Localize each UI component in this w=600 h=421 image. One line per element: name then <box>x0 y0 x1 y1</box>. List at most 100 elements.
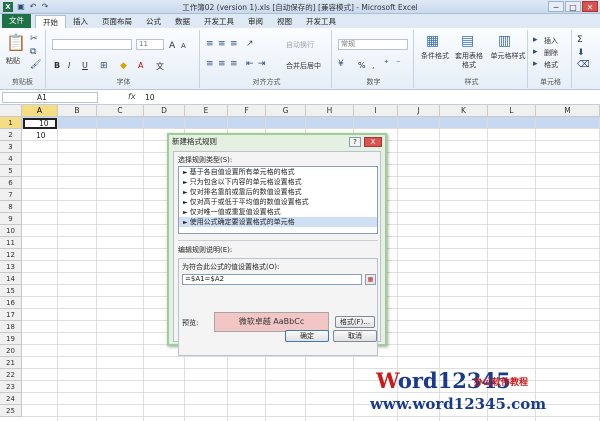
cell-a1[interactable]: 10 <box>23 118 57 129</box>
row-header-20[interactable]: 20 <box>0 345 22 357</box>
tab-file[interactable]: 文件 <box>2 14 31 28</box>
row-header-19[interactable]: 19 <box>0 333 22 345</box>
row-header-10[interactable]: 10 <box>0 225 22 237</box>
currency-icon[interactable]: ¥ <box>338 59 344 69</box>
format-cells-icon[interactable]: ▸ <box>533 59 538 69</box>
fill-color-icon[interactable]: ◆ <box>120 61 127 71</box>
row-header-22[interactable]: 22 <box>0 369 22 381</box>
tab-data[interactable]: 数据 <box>168 15 197 28</box>
column-header-b[interactable]: B <box>58 105 97 117</box>
row-header-17[interactable]: 17 <box>0 309 22 321</box>
row-header-14[interactable]: 14 <box>0 273 22 285</box>
row-header-3[interactable]: 3 <box>0 141 22 153</box>
rule-type-item[interactable]: ► 基于各自值设置所有单元格的格式 <box>179 167 377 177</box>
column-header-d[interactable]: D <box>144 105 185 117</box>
insert-cells-icon[interactable]: ▸ <box>533 35 538 45</box>
decrease-decimal-icon[interactable]: ⁻ <box>396 59 401 69</box>
row-header-8[interactable]: 8 <box>0 201 22 213</box>
column-header-c[interactable]: C <box>97 105 144 117</box>
increase-decimal-icon[interactable]: ⁺ <box>384 59 389 69</box>
rule-type-item[interactable]: ► 仅对排名靠前或靠后的数值设置格式 <box>179 187 377 197</box>
row-header-2[interactable]: 2 <box>0 129 22 141</box>
font-color-button[interactable]: A <box>138 61 143 70</box>
tab-developer[interactable]: 开发工具 <box>197 15 241 28</box>
percent-button[interactable]: % <box>358 61 366 70</box>
format-as-table-button[interactable]: 套用表格格式 <box>454 52 484 70</box>
name-box[interactable]: A1 <box>2 92 98 103</box>
align-center-icon[interactable]: ≡ <box>218 59 226 69</box>
font-size-combo[interactable]: 11 <box>136 39 164 50</box>
cell-styles-icon[interactable]: ▥ <box>498 34 511 48</box>
rule-type-item[interactable]: ► 仅对唯一值或重复值设置格式 <box>179 207 377 217</box>
underline-button[interactable]: U <box>82 61 88 70</box>
row-header-7[interactable]: 7 <box>0 189 22 201</box>
column-header-i[interactable]: I <box>354 105 398 117</box>
format-button[interactable]: 格式(F)... <box>335 316 375 328</box>
row-header-18[interactable]: 18 <box>0 321 22 333</box>
row-header-21[interactable]: 21 <box>0 357 22 369</box>
shrink-font-button[interactable]: A <box>181 42 186 50</box>
conditional-format-icon[interactable]: ▦ <box>426 34 439 48</box>
fill-icon[interactable]: ⬇ <box>577 48 585 58</box>
row-header-16[interactable]: 16 <box>0 297 22 309</box>
collapse-dialog-icon[interactable]: ▦ <box>365 274 376 285</box>
row-header-11[interactable]: 11 <box>0 237 22 249</box>
tab-developer-2[interactable]: 开发工具 <box>299 15 343 28</box>
cut-icon[interactable]: ✂ <box>30 34 38 44</box>
align-top-icon[interactable]: ≡ <box>206 39 214 49</box>
column-header-a[interactable]: A <box>22 105 58 117</box>
row-header-24[interactable]: 24 <box>0 393 22 405</box>
insert-cells-button[interactable]: 插入 <box>544 36 558 46</box>
row-header-15[interactable]: 15 <box>0 285 22 297</box>
bold-button[interactable]: B <box>54 61 60 70</box>
border-icon[interactable]: ⊞ <box>100 61 108 71</box>
rule-type-item[interactable]: ► 只为包含以下内容的单元格设置格式 <box>179 177 377 187</box>
format-cells-button[interactable]: 格式 <box>544 60 558 70</box>
comma-button[interactable]: , <box>372 61 375 70</box>
cell-styles-button[interactable]: 单元格样式 <box>488 52 528 61</box>
column-header-j[interactable]: J <box>398 105 440 117</box>
decrease-indent-icon[interactable]: ⇤ <box>246 59 254 69</box>
align-left-icon[interactable]: ≡ <box>206 59 214 69</box>
rule-type-list[interactable]: ► 基于各自值设置所有单元格的格式 ► 只为包含以下内容的单元格设置格式 ► 仅对排名… <box>178 166 378 234</box>
align-right-icon[interactable]: ≡ <box>230 59 238 69</box>
align-middle-icon[interactable]: ≡ <box>218 39 226 49</box>
tab-view[interactable]: 视图 <box>270 15 299 28</box>
rule-type-item[interactable]: ► 仅对高于或低于平均值的数值设置格式 <box>179 197 377 207</box>
tab-formulas[interactable]: 公式 <box>139 15 168 28</box>
row-header-23[interactable]: 23 <box>0 381 22 393</box>
rule-type-item-selected[interactable]: ► 使用公式确定要设置格式的单元格 <box>179 217 377 227</box>
font-name-combo[interactable] <box>52 39 132 50</box>
tab-insert[interactable]: 插入 <box>66 15 95 28</box>
formula-input-field[interactable]: =$A1=$A2 <box>182 274 362 285</box>
orientation-icon[interactable]: ↗ <box>246 39 254 49</box>
conditional-format-button[interactable]: 条件格式 <box>418 52 452 61</box>
select-all-corner[interactable] <box>0 105 22 117</box>
row-header-9[interactable]: 9 <box>0 213 22 225</box>
cell-a2[interactable]: 10 <box>22 130 58 142</box>
format-painter-icon[interactable]: 🖌 <box>30 60 41 70</box>
row-header-5[interactable]: 5 <box>0 165 22 177</box>
column-header-e[interactable]: E <box>185 105 228 117</box>
ok-button[interactable]: 确定 <box>285 330 329 342</box>
copy-icon[interactable]: ⧉ <box>30 47 36 57</box>
column-header-g[interactable]: G <box>266 105 306 117</box>
column-header-m[interactable]: M <box>536 105 600 117</box>
dialog-close-button[interactable]: X <box>364 137 382 147</box>
help-button[interactable]: ? <box>349 137 361 147</box>
paste-icon[interactable]: 📋 <box>6 34 26 52</box>
tab-review[interactable]: 审阅 <box>241 15 270 28</box>
insert-function-button[interactable]: fx <box>128 92 136 101</box>
grow-font-button[interactable]: A <box>169 41 175 51</box>
increase-indent-icon[interactable]: ⇥ <box>258 59 266 69</box>
delete-cells-icon[interactable]: ▸ <box>533 47 538 57</box>
column-header-l[interactable]: L <box>488 105 536 117</box>
row-header-12[interactable]: 12 <box>0 249 22 261</box>
paste-button-label[interactable]: 粘贴 <box>6 56 20 66</box>
merge-center-button[interactable]: 合并后居中 <box>286 61 321 71</box>
italic-button[interactable]: I <box>68 61 70 70</box>
row-header-13[interactable]: 13 <box>0 261 22 273</box>
column-header-k[interactable]: K <box>440 105 488 117</box>
tab-home[interactable]: 开始 <box>35 15 66 28</box>
row-header-25[interactable]: 25 <box>0 405 22 417</box>
